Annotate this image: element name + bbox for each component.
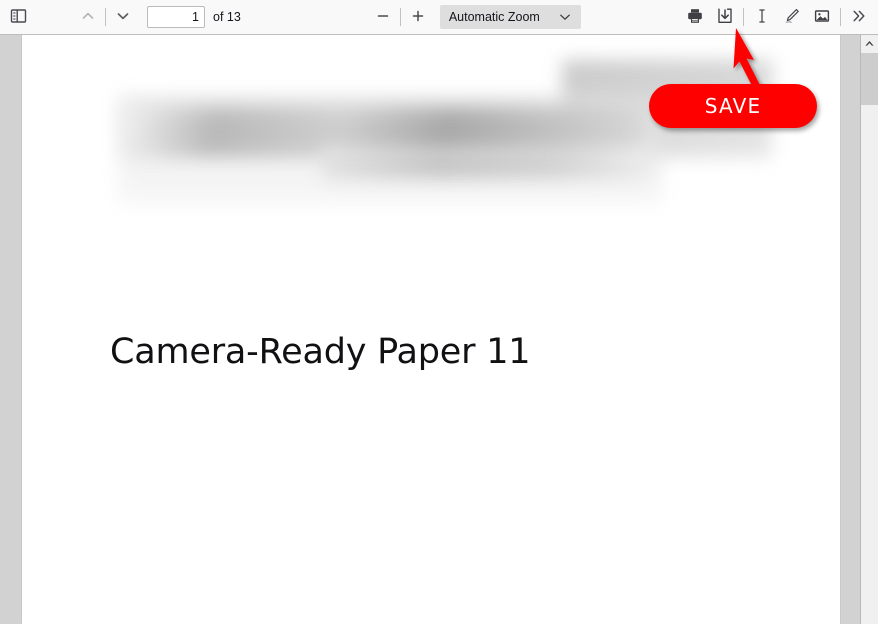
- text-cursor-icon: [753, 7, 771, 28]
- redacted-block-email: [322, 147, 652, 179]
- toolbar-separator: [399, 8, 401, 26]
- save-annotation-label: SAVE: [704, 94, 762, 118]
- print-button[interactable]: [680, 4, 710, 30]
- draw-button[interactable]: [777, 4, 807, 30]
- zoom-in-button[interactable]: [404, 4, 432, 30]
- toolbar-separator: [743, 8, 744, 26]
- page-number-input[interactable]: [147, 6, 205, 28]
- next-page-button[interactable]: [109, 4, 137, 30]
- pdf-toolbar: of 13 Automatic Zoo: [0, 0, 878, 35]
- save-button[interactable]: [710, 4, 740, 30]
- save-annotation-badge: SAVE: [649, 84, 817, 128]
- zoom-level-select[interactable]: Automatic Zoom: [439, 5, 581, 29]
- double-chevron-right-icon: [850, 7, 868, 28]
- image-icon: [813, 7, 831, 28]
- plus-icon: [411, 9, 425, 26]
- zoom-level-value: Automatic Zoom: [448, 10, 540, 24]
- document-title: Camera-Ready Paper 11: [110, 332, 531, 372]
- more-tools-button[interactable]: [844, 4, 874, 30]
- image-button[interactable]: [807, 4, 837, 30]
- pen-draw-icon: [783, 7, 801, 28]
- scroll-up-button[interactable]: [861, 35, 878, 53]
- sidebar-toggle-button[interactable]: [4, 4, 32, 30]
- text-select-button[interactable]: [747, 4, 777, 30]
- page-navigation-group: [74, 4, 137, 30]
- scroll-up-arrow-icon: [864, 35, 875, 53]
- scrollbar-thumb[interactable]: [861, 53, 878, 105]
- toolbar-right-tools: [680, 4, 874, 30]
- chevron-up-icon: [81, 9, 95, 26]
- sidebar-toggle-icon: [10, 8, 27, 27]
- printer-icon: [686, 7, 704, 28]
- chevron-down-icon: [559, 11, 571, 23]
- minus-icon: [376, 9, 390, 26]
- chevron-down-icon: [116, 9, 130, 26]
- zoom-out-button[interactable]: [369, 4, 397, 30]
- pdf-viewer-window: of 13 Automatic Zoo: [0, 0, 878, 624]
- previous-page-button[interactable]: [74, 4, 102, 30]
- zoom-controls-group: Automatic Zoom: [369, 4, 581, 30]
- download-save-icon: [716, 7, 734, 28]
- page-number-group: of 13: [147, 6, 241, 28]
- toolbar-separator: [840, 8, 841, 26]
- vertical-scrollbar[interactable]: [860, 35, 878, 624]
- toolbar-separator: [105, 8, 106, 26]
- page-total-label: of 13: [213, 10, 241, 24]
